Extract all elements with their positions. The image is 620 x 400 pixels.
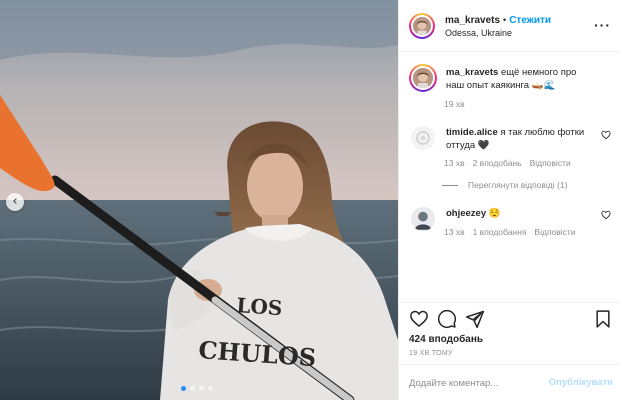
- post-likes-count[interactable]: 424 вподобань: [409, 334, 483, 345]
- reply-button[interactable]: Відповісти: [530, 158, 571, 168]
- comments-section: ma_kravets ещё немного про наш опыт каяк…: [399, 52, 620, 302]
- publish-button[interactable]: Опублікувати: [549, 377, 613, 388]
- post-photo[interactable]: LOS CHULOS ‹: [0, 0, 398, 400]
- carousel-dot: [190, 386, 195, 391]
- previous-photo-button[interactable]: ‹: [6, 193, 24, 211]
- caption-row: ma_kravets ещё немного про наш опыт каяк…: [409, 64, 613, 92]
- comment-likes-count[interactable]: 2 вподобань: [473, 158, 522, 168]
- like-comment-heart-icon[interactable]: [601, 210, 611, 220]
- add-comment-bar: Опублікувати: [399, 364, 620, 400]
- author-avatar[interactable]: [409, 12, 435, 39]
- caption-avatar[interactable]: [409, 64, 437, 92]
- comment-time[interactable]: 13 хв: [444, 158, 465, 168]
- comment-likes-count[interactable]: 1 вподобання: [473, 227, 527, 237]
- comment-input[interactable]: [409, 374, 539, 392]
- caption-username[interactable]: ma_kravets: [446, 67, 498, 78]
- separator-dot: •: [503, 14, 507, 25]
- share-icon[interactable]: [465, 309, 485, 329]
- caption-meta: 19 хв: [444, 99, 465, 109]
- comment-username[interactable]: ohjeezey: [446, 208, 486, 219]
- carousel-dot: [199, 386, 204, 391]
- comment-meta: 13 хв 2 вподобань Відповісти: [444, 158, 571, 168]
- more-options-icon[interactable]: ···: [594, 17, 611, 33]
- comment-username[interactable]: timide.alice: [446, 127, 498, 138]
- replies-divider-line: [442, 184, 458, 186]
- bookmark-icon[interactable]: [593, 309, 613, 329]
- follow-button[interactable]: Стежити: [509, 15, 551, 26]
- post-header: ma_kravets • Стежити Odessa, Ukraine ···: [399, 0, 620, 52]
- comment-time[interactable]: 13 хв: [444, 227, 465, 237]
- comment-row: timide.alice я так люблю фотки оттуда 🖤: [409, 124, 613, 152]
- carousel-dot: [181, 386, 186, 391]
- comment-text: 😌: [488, 208, 501, 219]
- heart-icon[interactable]: [409, 309, 429, 329]
- carousel-dots: [181, 386, 213, 391]
- caption-time[interactable]: 19 хв: [444, 99, 465, 109]
- reply-button[interactable]: Відповісти: [534, 227, 575, 237]
- post-location[interactable]: Odessa, Ukraine: [445, 27, 551, 40]
- post-side-panel: ma_kravets • Стежити Odessa, Ukraine ··· m…: [398, 0, 620, 400]
- commenter-avatar[interactable]: [409, 205, 437, 233]
- commenter-avatar[interactable]: [409, 124, 437, 152]
- carousel-dot: [208, 386, 213, 391]
- like-comment-heart-icon[interactable]: [601, 130, 611, 140]
- svg-text:LOS: LOS: [236, 293, 283, 320]
- comment-icon[interactable]: [437, 309, 457, 329]
- kayak-photo-illustration: LOS CHULOS: [0, 0, 398, 400]
- post-timestamp[interactable]: 19 ХВ ТОМУ: [409, 350, 453, 357]
- comment-meta: 13 хв 1 вподобання Відповісти: [444, 227, 576, 237]
- author-username[interactable]: ma_kravets: [445, 15, 500, 26]
- view-replies-label: Переглянути відповіді (1): [468, 180, 568, 190]
- view-replies-button[interactable]: Переглянути відповіді (1): [442, 180, 567, 190]
